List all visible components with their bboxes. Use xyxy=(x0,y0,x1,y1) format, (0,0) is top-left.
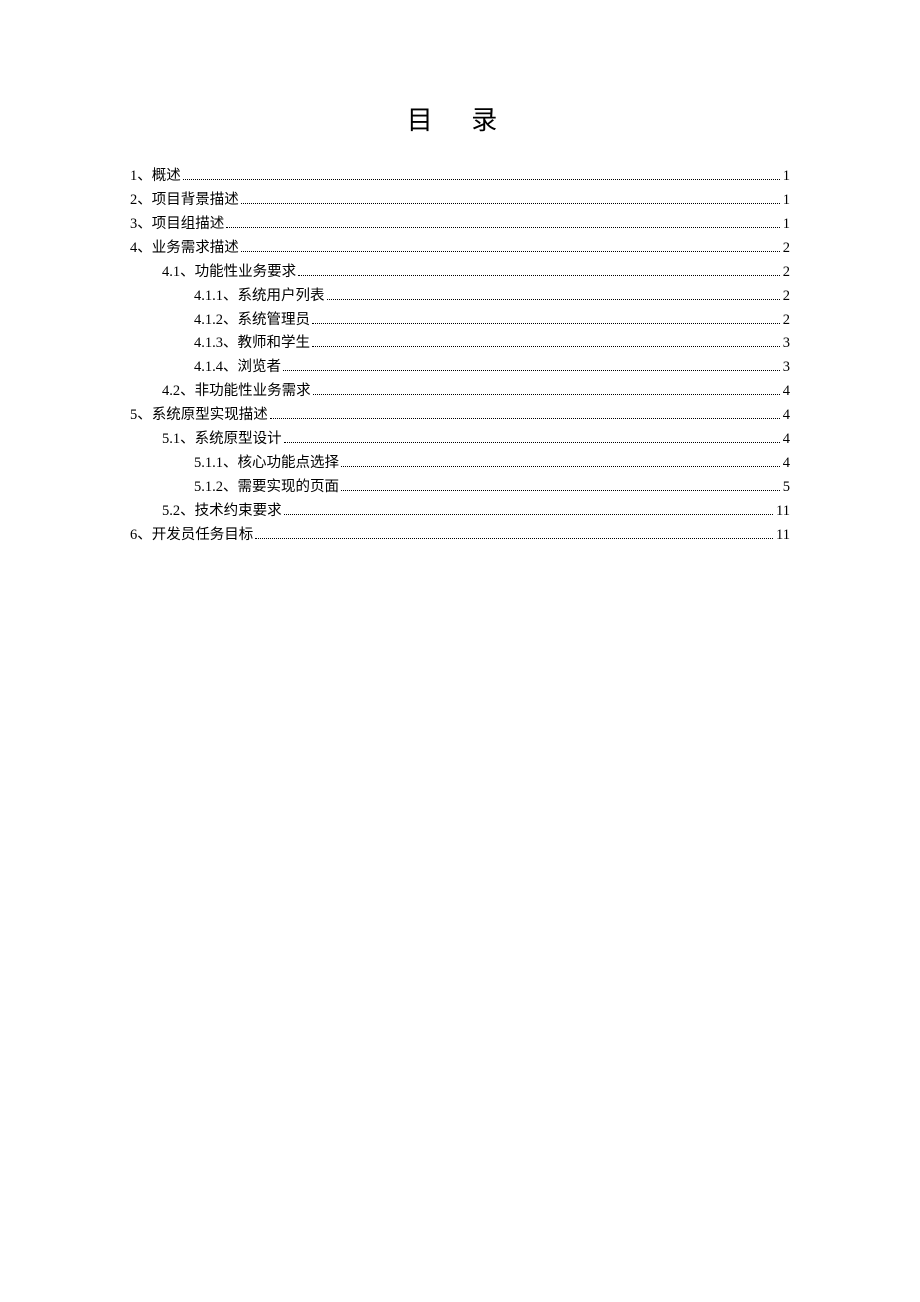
toc-entry-label: 3、项目组描述 xyxy=(130,213,224,237)
toc-leader-dots xyxy=(341,466,780,467)
toc-entry[interactable]: 5.1、系统原型设计 4 xyxy=(130,428,790,452)
toc-entry[interactable]: 6、开发员任务目标 11 xyxy=(130,524,790,548)
toc-entry-label: 4.1.3、教师和学生 xyxy=(194,332,310,356)
toc-entry-page: 2 xyxy=(783,237,790,261)
toc-entry-page: 4 xyxy=(783,380,790,404)
toc-leader-dots xyxy=(312,346,780,347)
toc-leader-dots xyxy=(284,442,780,443)
toc-entry-label: 1、概述 xyxy=(130,165,181,189)
toc-entry-label: 4.1.1、系统用户列表 xyxy=(194,285,325,309)
toc-leader-dots xyxy=(313,394,780,395)
toc-title: 目 录 xyxy=(130,100,790,137)
toc-entry-label: 4.1、功能性业务要求 xyxy=(162,261,296,285)
toc-entry[interactable]: 4.1.1、系统用户列表 2 xyxy=(130,285,790,309)
toc-leader-dots xyxy=(255,538,773,539)
toc-leader-dots xyxy=(284,514,773,515)
toc-entry[interactable]: 4.1.2、系统管理员 2 xyxy=(130,309,790,333)
toc-entry[interactable]: 5、系统原型实现描述 4 xyxy=(130,404,790,428)
toc-entry[interactable]: 1、概述 1 xyxy=(130,165,790,189)
table-of-contents: 1、概述12、项目背景描述13、项目组描述14、业务需求描述24.1、功能性业务… xyxy=(130,165,790,548)
toc-leader-dots xyxy=(312,323,780,324)
toc-entry-label: 4.1.2、系统管理员 xyxy=(194,309,310,333)
toc-entry-page: 3 xyxy=(783,332,790,356)
toc-entry-page: 2 xyxy=(783,261,790,285)
toc-entry-page: 2 xyxy=(783,285,790,309)
toc-entry[interactable]: 5.2、技术约束要求 11 xyxy=(130,500,790,524)
toc-entry-page: 4 xyxy=(783,404,790,428)
toc-leader-dots xyxy=(226,227,780,228)
toc-entry-page: 4 xyxy=(783,428,790,452)
toc-entry[interactable]: 4.2、非功能性业务需求 4 xyxy=(130,380,790,404)
toc-entry-label: 5.2、技术约束要求 xyxy=(162,500,282,524)
toc-entry[interactable]: 3、项目组描述 1 xyxy=(130,213,790,237)
toc-leader-dots xyxy=(183,179,780,180)
toc-entry-label: 5.1.2、需要实现的页面 xyxy=(194,476,339,500)
toc-entry[interactable]: 2、项目背景描述 1 xyxy=(130,189,790,213)
toc-leader-dots xyxy=(241,203,780,204)
toc-entry-label: 5.1、系统原型设计 xyxy=(162,428,282,452)
toc-entry[interactable]: 5.1.1、核心功能点选择 4 xyxy=(130,452,790,476)
toc-entry-page: 1 xyxy=(783,189,790,213)
toc-entry-page: 5 xyxy=(783,476,790,500)
toc-leader-dots xyxy=(341,490,780,491)
toc-entry-page: 2 xyxy=(783,309,790,333)
toc-entry-label: 5.1.1、核心功能点选择 xyxy=(194,452,339,476)
toc-leader-dots xyxy=(270,418,780,419)
toc-entry[interactable]: 4.1.4、浏览者 3 xyxy=(130,356,790,380)
toc-entry[interactable]: 4.1、功能性业务要求 2 xyxy=(130,261,790,285)
toc-entry-label: 5、系统原型实现描述 xyxy=(130,404,268,428)
toc-entry[interactable]: 4、业务需求描述 2 xyxy=(130,237,790,261)
toc-leader-dots xyxy=(283,370,780,371)
toc-leader-dots xyxy=(298,275,780,276)
toc-entry-label: 2、项目背景描述 xyxy=(130,189,239,213)
toc-entry-page: 4 xyxy=(783,452,790,476)
toc-entry[interactable]: 4.1.3、教师和学生 3 xyxy=(130,332,790,356)
toc-entry-label: 4、业务需求描述 xyxy=(130,237,239,261)
toc-entry-label: 4.2、非功能性业务需求 xyxy=(162,380,311,404)
toc-entry-label: 6、开发员任务目标 xyxy=(130,524,253,548)
toc-entry[interactable]: 5.1.2、需要实现的页面 5 xyxy=(130,476,790,500)
toc-entry-page: 11 xyxy=(776,524,790,548)
toc-entry-page: 1 xyxy=(783,165,790,189)
toc-entry-page: 3 xyxy=(783,356,790,380)
toc-entry-page: 11 xyxy=(776,500,790,524)
toc-leader-dots xyxy=(327,299,780,300)
toc-entry-page: 1 xyxy=(783,213,790,237)
toc-leader-dots xyxy=(241,251,780,252)
toc-entry-label: 4.1.4、浏览者 xyxy=(194,356,281,380)
